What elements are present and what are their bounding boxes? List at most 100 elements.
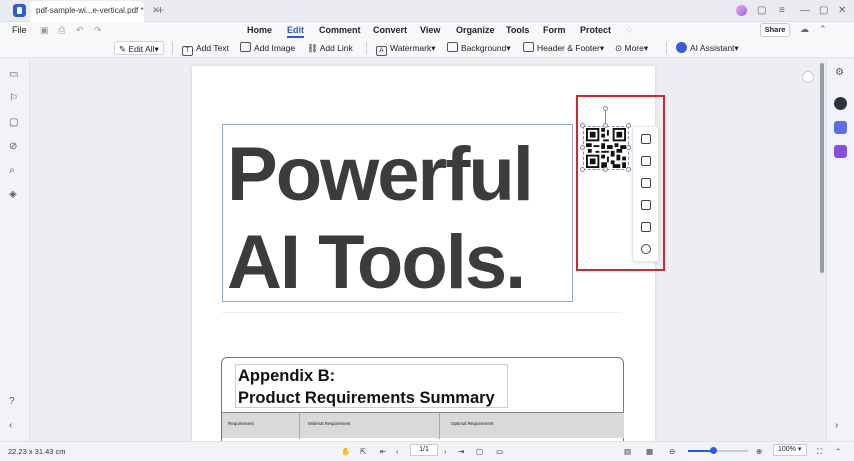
right-sidebar: ⚙ › (826, 59, 854, 441)
ai-enhance-icon[interactable] (641, 244, 651, 254)
add-link-button[interactable]: ⛓ Add Link (307, 41, 353, 55)
hand-tool-icon[interactable]: ✋ (341, 446, 350, 457)
crop-icon[interactable] (641, 134, 651, 144)
floating-ai-icon[interactable] (802, 71, 814, 83)
redo-icon[interactable]: ↷ (94, 25, 102, 36)
page-number-input[interactable]: 1/1 (410, 444, 438, 456)
menu-home[interactable]: Home (247, 25, 272, 35)
text-icon: T (182, 46, 193, 56)
ai-chat-icon[interactable] (834, 97, 847, 110)
comment-icon[interactable]: ▢ (9, 117, 18, 129)
menu-view[interactable]: View (420, 25, 440, 35)
rotate-handle[interactable] (603, 106, 608, 111)
attachment-icon[interactable]: ⊘ (9, 141, 17, 153)
ocr-icon[interactable] (641, 200, 651, 210)
resize-handle[interactable] (626, 123, 631, 128)
watermark-button[interactable]: A Watermark▾ (376, 41, 436, 56)
maximize-icon[interactable]: ▢ (819, 4, 828, 18)
background-button[interactable]: Background▾ (447, 41, 511, 55)
zoom-out-icon[interactable]: ⊖ (669, 446, 675, 457)
first-page-icon[interactable]: ⇤ (380, 446, 386, 457)
new-tab-icon[interactable]: + (157, 3, 164, 17)
link-icon: ⛓ (307, 43, 320, 53)
heading-line-1: Powerful (227, 132, 534, 217)
minimize-icon[interactable]: — (800, 4, 810, 18)
menu-edit[interactable]: Edit (287, 25, 304, 38)
add-text-button[interactable]: T Add Text (182, 41, 229, 56)
save-icon[interactable]: ▣ (40, 25, 49, 36)
zoom-slider-knob[interactable] (710, 447, 717, 454)
help-icon[interactable]: ? (9, 396, 15, 408)
more-button[interactable]: ⊙ More▾ (615, 41, 648, 55)
table-header-cell: Requirement (228, 421, 254, 426)
ai-assistant-label: AI Assistant (690, 43, 735, 53)
page-dimensions: 22.23 x 31.43 cm (8, 447, 66, 456)
menu-comment[interactable]: Comment (319, 25, 361, 35)
translate-icon[interactable] (834, 121, 847, 134)
add-image-button[interactable]: Add Image (240, 41, 295, 55)
feedback-icon[interactable]: ▢ (757, 4, 766, 18)
expand-icon[interactable]: ⌃ (819, 24, 827, 35)
resize-handle[interactable] (626, 145, 631, 150)
view-mode-icon[interactable]: ▦ (646, 446, 653, 457)
fit-width-icon[interactable]: ▭ (496, 446, 503, 457)
image-icon (240, 42, 251, 52)
header-footer-button[interactable]: Header & Footer▾ (523, 41, 604, 55)
collapse-right-icon[interactable]: › (835, 420, 838, 432)
resize-handle[interactable] (580, 123, 585, 128)
zoom-level-select[interactable]: 100% ▾ (773, 444, 807, 456)
document-tab[interactable]: pdf-sample-wi...e-vertical.pdf * (30, 1, 144, 22)
image-to-text-icon[interactable] (641, 222, 651, 232)
resize-handle[interactable] (603, 167, 608, 172)
menu-icon[interactable]: ≡ (779, 4, 785, 18)
menu-file[interactable]: File (12, 25, 27, 35)
ai-assistant-button[interactable]: AI Assistant▾ (676, 41, 739, 55)
cloud-upload-icon[interactable]: ☁ (800, 24, 809, 35)
appendix-text-box[interactable]: Appendix B: Product Requirements Summary (235, 364, 508, 408)
prev-page-icon[interactable]: ‹ (396, 446, 399, 457)
page-layout-icon[interactable]: ▤ (624, 446, 631, 457)
search-icon[interactable]: ⌕ (9, 165, 15, 177)
image-context-toolbar (632, 126, 659, 262)
page-thumbnail-icon[interactable]: ▭ (9, 69, 18, 81)
ai-assistant-icon (676, 42, 687, 53)
resize-handle[interactable] (603, 123, 608, 128)
zoom-in-icon[interactable]: ⊕ (756, 446, 762, 457)
check-task-icon[interactable] (834, 145, 847, 158)
close-window-icon[interactable]: ✕ (838, 4, 846, 18)
menu-form[interactable]: Form (543, 25, 566, 35)
select-tool-icon[interactable]: ⇱ (360, 446, 366, 457)
vertical-scrollbar[interactable] (820, 63, 824, 273)
qr-code-image[interactable] (585, 128, 627, 168)
properties-icon[interactable]: ⚙ (835, 67, 844, 79)
next-page-icon[interactable]: › (444, 446, 447, 457)
share-button[interactable]: Share (760, 23, 790, 37)
last-page-icon[interactable]: ⇥ (458, 446, 464, 457)
appendix-title: Appendix B: (238, 367, 336, 385)
menu-organize[interactable]: Organize (456, 25, 495, 35)
menu-convert[interactable]: Convert (373, 25, 407, 35)
heading-text-box[interactable]: Powerful AI Tools. (222, 124, 573, 303)
extract-image-icon[interactable] (641, 178, 651, 188)
add-image-label: Add Image (254, 43, 296, 53)
user-avatar[interactable] (736, 5, 747, 16)
menu-tools[interactable]: Tools (506, 25, 529, 35)
collapse-status-icon[interactable]: ⌃ (835, 446, 841, 457)
layers-icon[interactable]: ◈ (9, 189, 17, 201)
resize-handle[interactable] (626, 167, 631, 172)
resize-handle[interactable] (580, 145, 585, 150)
fit-page-icon[interactable]: ▢ (476, 446, 483, 457)
collapse-left-icon[interactable]: ‹ (9, 420, 12, 432)
left-sidebar: ▭ ⚐ ▢ ⊘ ⌕ ◈ ? ‹ (0, 59, 30, 441)
undo-icon[interactable]: ↶ (76, 25, 84, 36)
table-column-divider (299, 413, 300, 439)
replace-image-icon[interactable] (641, 156, 651, 166)
edit-all-button[interactable]: ✎ Edit All▾ (114, 41, 164, 55)
zoom-level-value: 100% (778, 446, 796, 453)
bookmark-icon[interactable]: ⚐ (9, 93, 18, 105)
menu-protect[interactable]: Protect (580, 25, 611, 35)
lightbulb-icon[interactable]: ♢ (625, 25, 633, 36)
resize-handle[interactable] (580, 167, 585, 172)
fullscreen-icon[interactable]: ⛶ (817, 446, 822, 457)
print-icon[interactable]: ⎙ (58, 25, 65, 36)
